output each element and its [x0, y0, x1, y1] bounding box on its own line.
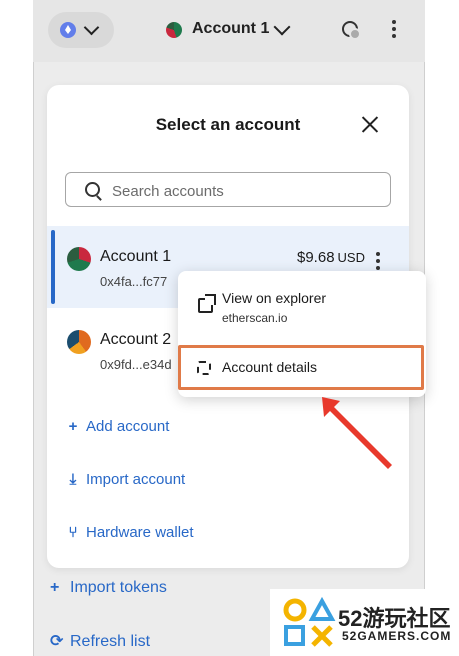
- refresh-icon: ⟳: [50, 633, 64, 650]
- kebab-icon[interactable]: [376, 252, 380, 270]
- highlight-annotation: [178, 345, 424, 390]
- plus-icon: +: [68, 418, 78, 435]
- search-input[interactable]: [110, 179, 384, 203]
- ethereum-icon: [60, 22, 76, 38]
- add-account-button[interactable]: + Add account: [66, 418, 170, 435]
- watermark: 52游玩社区 52GAMERS.COM: [270, 589, 459, 656]
- selected-indicator: [51, 230, 55, 304]
- import-tokens-link[interactable]: + Import tokens: [50, 579, 167, 597]
- avatar: [67, 330, 91, 354]
- search-icon: [85, 182, 100, 197]
- watermark-logo: [283, 597, 336, 647]
- modal-title: Select an account: [155, 115, 301, 134]
- import-account-button[interactable]: ⤓ Import account: [66, 471, 186, 488]
- search-box: [65, 172, 391, 207]
- account-name: Account 1: [100, 248, 172, 265]
- refresh-list-label: Refresh list: [70, 633, 151, 650]
- globe-icon[interactable]: [342, 21, 361, 40]
- external-link-icon: [198, 294, 216, 313]
- account-name: Account 2: [100, 331, 172, 348]
- balance-amount: $9.68: [297, 249, 335, 266]
- add-account-label: Add account: [86, 418, 170, 435]
- network-picker[interactable]: [48, 12, 114, 48]
- account-address: 0x4fa...fc77: [100, 274, 168, 289]
- hardware-wallet-button[interactable]: ⑂ Hardware wallet: [66, 524, 194, 541]
- avatar: [166, 22, 182, 38]
- close-icon[interactable]: [361, 115, 379, 133]
- import-tokens-label: Import tokens: [70, 579, 167, 596]
- hardware-icon: ⑂: [68, 524, 78, 541]
- view-on-explorer-label: View on explorer: [222, 290, 327, 306]
- kebab-icon[interactable]: [392, 20, 396, 38]
- view-on-explorer-item[interactable]: View on explorer etherscan.io: [178, 271, 426, 341]
- refresh-list-link[interactable]: ⟳ Refresh list: [50, 631, 150, 651]
- account-balance: $9.68 USD: [297, 249, 365, 266]
- explorer-host: etherscan.io: [222, 311, 288, 325]
- balance-currency: USD: [337, 250, 365, 265]
- plus-icon: +: [50, 579, 60, 596]
- hardware-wallet-label: Hardware wallet: [86, 524, 194, 541]
- account-address: 0x9fd...e34d: [100, 357, 172, 372]
- account-picker[interactable]: Account 1: [192, 20, 269, 38]
- avatar: [67, 247, 91, 271]
- watermark-url: 52GAMERS.COM: [342, 629, 452, 643]
- arrow-annotation: [322, 397, 392, 469]
- import-account-label: Import account: [86, 471, 186, 488]
- import-icon: ⤓: [69, 471, 77, 488]
